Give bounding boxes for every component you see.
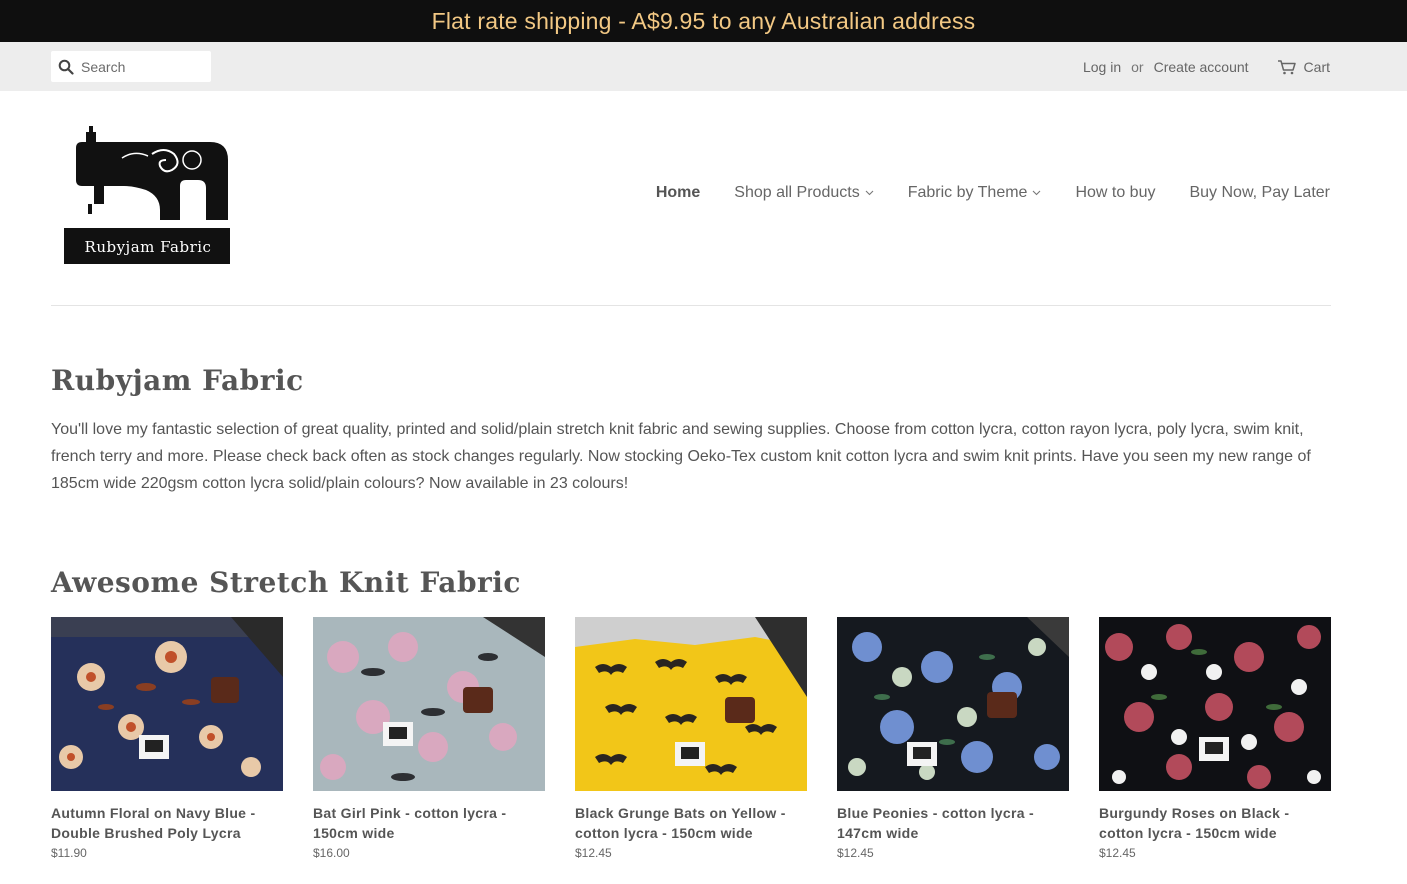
product-image[interactable] [51,617,283,791]
product-image[interactable] [837,617,1069,791]
product-card[interactable]: Burgundy Roses on Black - cotton lycra -… [1099,617,1331,860]
nav-buy-now-pay-later[interactable]: Buy Now, Pay Later [1189,184,1330,202]
cart-link[interactable]: Cart [1277,59,1330,75]
nav-shop-label: Shop all Products [734,184,860,201]
product-name[interactable]: Bat Girl Pink - cotton lycra - 150cm wid… [313,803,545,843]
product-price: $12.45 [1099,846,1136,860]
product-price: $12.45 [837,846,874,860]
product-price: $12.45 [575,846,612,860]
search-input[interactable] [81,58,201,75]
product-name[interactable]: Blue Peonies - cotton lycra - 147cm wide [837,803,1069,843]
nav-shop-all-products[interactable]: Shop all Products [734,184,874,202]
nav-home[interactable]: Home [656,184,700,202]
nav-how-label: How to buy [1075,184,1156,201]
product-image[interactable] [313,617,545,791]
nav-bnpl-label: Buy Now, Pay Later [1189,184,1330,201]
create-account-link[interactable]: Create account [1154,59,1249,75]
site-logo[interactable]: Rubyjam Fabric [60,124,236,268]
cart-icon [1277,59,1296,74]
product-image[interactable] [575,617,807,791]
product-card[interactable]: Bat Girl Pink - cotton lycra - 150cm wid… [313,617,545,860]
chevron-down-icon [1033,190,1041,196]
announcement-text: Flat rate shipping - A$9.95 to any Austr… [431,7,976,34]
nav-fabric-by-theme[interactable]: Fabric by Theme [908,184,1042,202]
search-box[interactable] [51,51,211,82]
nav-how-to-buy[interactable]: How to buy [1075,184,1155,202]
login-link[interactable]: Log in [1083,59,1121,75]
collection-title: Awesome Stretch Knit Fabric [51,566,521,599]
header-divider [51,305,1331,306]
search-icon[interactable] [51,51,81,82]
announcement-bar: Flat rate shipping - A$9.95 to any Austr… [0,0,1407,42]
page-title: Rubyjam Fabric [51,364,304,397]
product-card[interactable]: Blue Peonies - cotton lycra - 147cm wide… [837,617,1069,860]
product-price: $16.00 [313,846,350,860]
product-card[interactable]: Autumn Floral on Navy Blue - Double Brus… [51,617,283,860]
product-name[interactable]: Black Grunge Bats on Yellow - cotton lyc… [575,803,807,843]
chevron-down-icon [865,190,874,196]
utility-bar: Log in or Create account Cart [0,42,1407,91]
or-separator: or [1131,58,1144,75]
nav-home-label: Home [655,184,701,201]
product-name[interactable]: Burgundy Roses on Black - cotton lycra -… [1099,803,1331,843]
product-card[interactable]: Black Grunge Bats on Yellow - cotton lyc… [575,617,807,860]
main-nav: Home Shop all Products Fabric by Theme H… [622,184,1330,202]
product-name[interactable]: Autumn Floral on Navy Blue - Double Brus… [51,803,283,843]
nav-theme-label: Fabric by Theme [907,184,1028,201]
intro-text: You'll love my fantastic selection of gr… [51,421,1311,492]
product-price: $11.90 [51,846,87,860]
account-links: Log in or Create account Cart [1083,42,1330,91]
product-image[interactable] [1099,617,1331,791]
product-grid: Autumn Floral on Navy Blue - Double Brus… [51,617,1331,884]
logo-text: Rubyjam Fabric [85,238,212,256]
cart-label: Cart [1303,58,1330,75]
